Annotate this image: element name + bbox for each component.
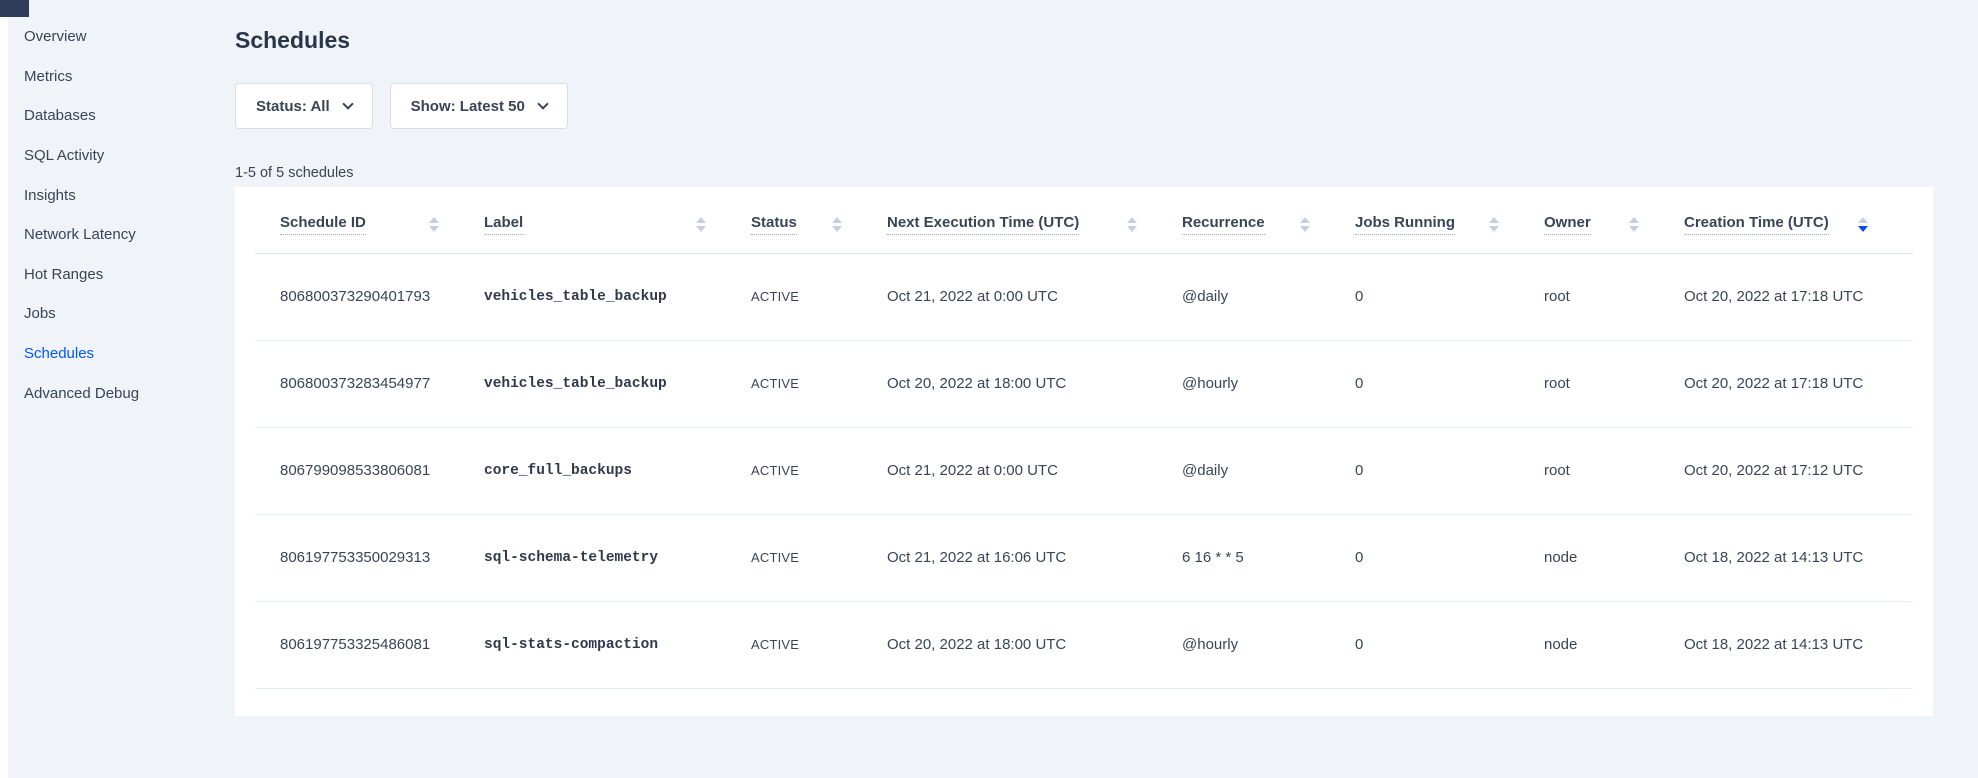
next-execution-cell: Oct 21, 2022 at 16:06 UTC [887,514,1182,601]
column-header-jobs-running[interactable]: Jobs Running [1355,187,1544,253]
creation-time-cell: Oct 20, 2022 at 17:18 UTC [1684,340,1913,427]
sort-icon[interactable] [1300,217,1310,232]
column-header-label[interactable]: Creation Time (UTC) [1684,214,1829,235]
sidebar-item-advanced-debug[interactable]: Advanced Debug [0,373,235,413]
schedules-table: Schedule ID Label Stat [255,187,1913,689]
sidebar-item-hot-ranges[interactable]: Hot Ranges [0,255,235,295]
sidebar-item-databases[interactable]: Databases [0,96,235,136]
creation-time-cell: Oct 18, 2022 at 14:13 UTC [1684,601,1913,688]
schedule-id-cell: 806800373290401793 [255,253,484,340]
column-header-label[interactable]: Next Execution Time (UTC) [887,214,1079,235]
page-left-edge [0,17,8,778]
next-execution-cell: Oct 20, 2022 at 18:00 UTC [887,340,1182,427]
table-row: 806800373290401793 vehicles_table_backup… [255,253,1913,340]
column-header-owner[interactable]: Owner [1544,187,1684,253]
sidebar-item-insights[interactable]: Insights [0,175,235,215]
column-header-label[interactable]: Schedule ID [280,214,366,235]
status-filter-label: Status: All [256,98,330,115]
sidebar-item-overview[interactable]: Overview [0,17,235,57]
column-header-label[interactable]: Jobs Running [1355,214,1455,235]
recurrence-cell: 6 16 * * 5 [1182,514,1355,601]
table-row: 806800373283454977 vehicles_table_backup… [255,340,1913,427]
schedule-label-cell: core_full_backups [484,427,751,514]
status-cell: ACTIVE [751,253,887,340]
column-header-recurrence[interactable]: Recurrence [1182,187,1355,253]
page-layout: Overview Metrics Databases SQL Activity … [0,0,1978,716]
schedule-id-cell: 806197753350029313 [255,514,484,601]
schedule-id-cell: 806799098533806081 [255,427,484,514]
sort-icon[interactable] [832,217,842,232]
status-filter-dropdown[interactable]: Status: All [235,83,373,129]
window-corner-block [0,0,29,17]
schedule-label-cell: vehicles_table_backup [484,253,751,340]
column-header-schedule-id[interactable]: Schedule ID [255,187,484,253]
creation-time-cell: Oct 18, 2022 at 14:13 UTC [1684,514,1913,601]
results-count: 1-5 of 5 schedules [235,165,1933,182]
table-row: 806197753350029313 sql-schema-telemetry … [255,514,1913,601]
table-row: 806799098533806081 core_full_backups ACT… [255,427,1913,514]
column-header-label[interactable]: Recurrence [1182,214,1265,235]
status-cell: ACTIVE [751,514,887,601]
column-header-label[interactable]: Label [484,214,523,235]
sort-icon[interactable] [1489,217,1499,232]
sort-icon[interactable] [696,217,706,232]
chevron-down-icon [537,98,548,109]
table-header-row: Schedule ID Label Stat [255,187,1913,253]
sort-icon[interactable] [429,217,439,232]
jobs-running-cell: 0 [1355,601,1544,688]
page-title: Schedules [235,27,1933,53]
recurrence-cell: @daily [1182,427,1355,514]
sort-desc-active-icon[interactable] [1858,217,1868,232]
recurrence-cell: @daily [1182,253,1355,340]
column-header-label[interactable]: Label [484,187,751,253]
recurrence-cell: @hourly [1182,340,1355,427]
table-row: 806197753325486081 sql-stats-compaction … [255,601,1913,688]
schedule-id-cell: 806800373283454977 [255,340,484,427]
main-content: Schedules Status: All Show: Latest 50 1-… [235,0,1933,716]
owner-cell: node [1544,601,1684,688]
schedule-id-cell: 806197753325486081 [255,601,484,688]
owner-cell: root [1544,340,1684,427]
schedule-label-cell: vehicles_table_backup [484,340,751,427]
sidebar-item-metrics[interactable]: Metrics [0,57,235,97]
next-execution-cell: Oct 20, 2022 at 18:00 UTC [887,601,1182,688]
jobs-running-cell: 0 [1355,427,1544,514]
show-filter-label: Show: Latest 50 [411,98,525,115]
column-header-status[interactable]: Status [751,187,887,253]
sidebar-item-sql-activity[interactable]: SQL Activity [0,136,235,176]
sidebar-item-network-latency[interactable]: Network Latency [0,215,235,255]
owner-cell: root [1544,427,1684,514]
schedule-label-cell: sql-stats-compaction [484,601,751,688]
creation-time-cell: Oct 20, 2022 at 17:12 UTC [1684,427,1913,514]
status-cell: ACTIVE [751,340,887,427]
column-header-creation-time[interactable]: Creation Time (UTC) [1684,187,1913,253]
owner-cell: node [1544,514,1684,601]
sidebar-item-schedules[interactable]: Schedules [0,334,235,374]
status-cell: ACTIVE [751,601,887,688]
column-header-next-execution-time[interactable]: Next Execution Time (UTC) [887,187,1182,253]
sort-icon[interactable] [1629,217,1639,232]
next-execution-cell: Oct 21, 2022 at 0:00 UTC [887,427,1182,514]
jobs-running-cell: 0 [1355,514,1544,601]
next-execution-cell: Oct 21, 2022 at 0:00 UTC [887,253,1182,340]
schedule-label-cell: sql-schema-telemetry [484,514,751,601]
jobs-running-cell: 0 [1355,253,1544,340]
sidebar-item-jobs[interactable]: Jobs [0,294,235,334]
owner-cell: root [1544,253,1684,340]
sidebar: Overview Metrics Databases SQL Activity … [0,0,235,716]
sort-icon[interactable] [1127,217,1137,232]
recurrence-cell: @hourly [1182,601,1355,688]
status-cell: ACTIVE [751,427,887,514]
column-header-label[interactable]: Status [751,214,797,235]
column-header-label[interactable]: Owner [1544,214,1591,235]
creation-time-cell: Oct 20, 2022 at 17:18 UTC [1684,253,1913,340]
jobs-running-cell: 0 [1355,340,1544,427]
show-filter-dropdown[interactable]: Show: Latest 50 [390,83,568,129]
chevron-down-icon [342,98,353,109]
schedules-table-card: Schedule ID Label Stat [235,187,1933,716]
filter-bar: Status: All Show: Latest 50 [235,83,1933,129]
